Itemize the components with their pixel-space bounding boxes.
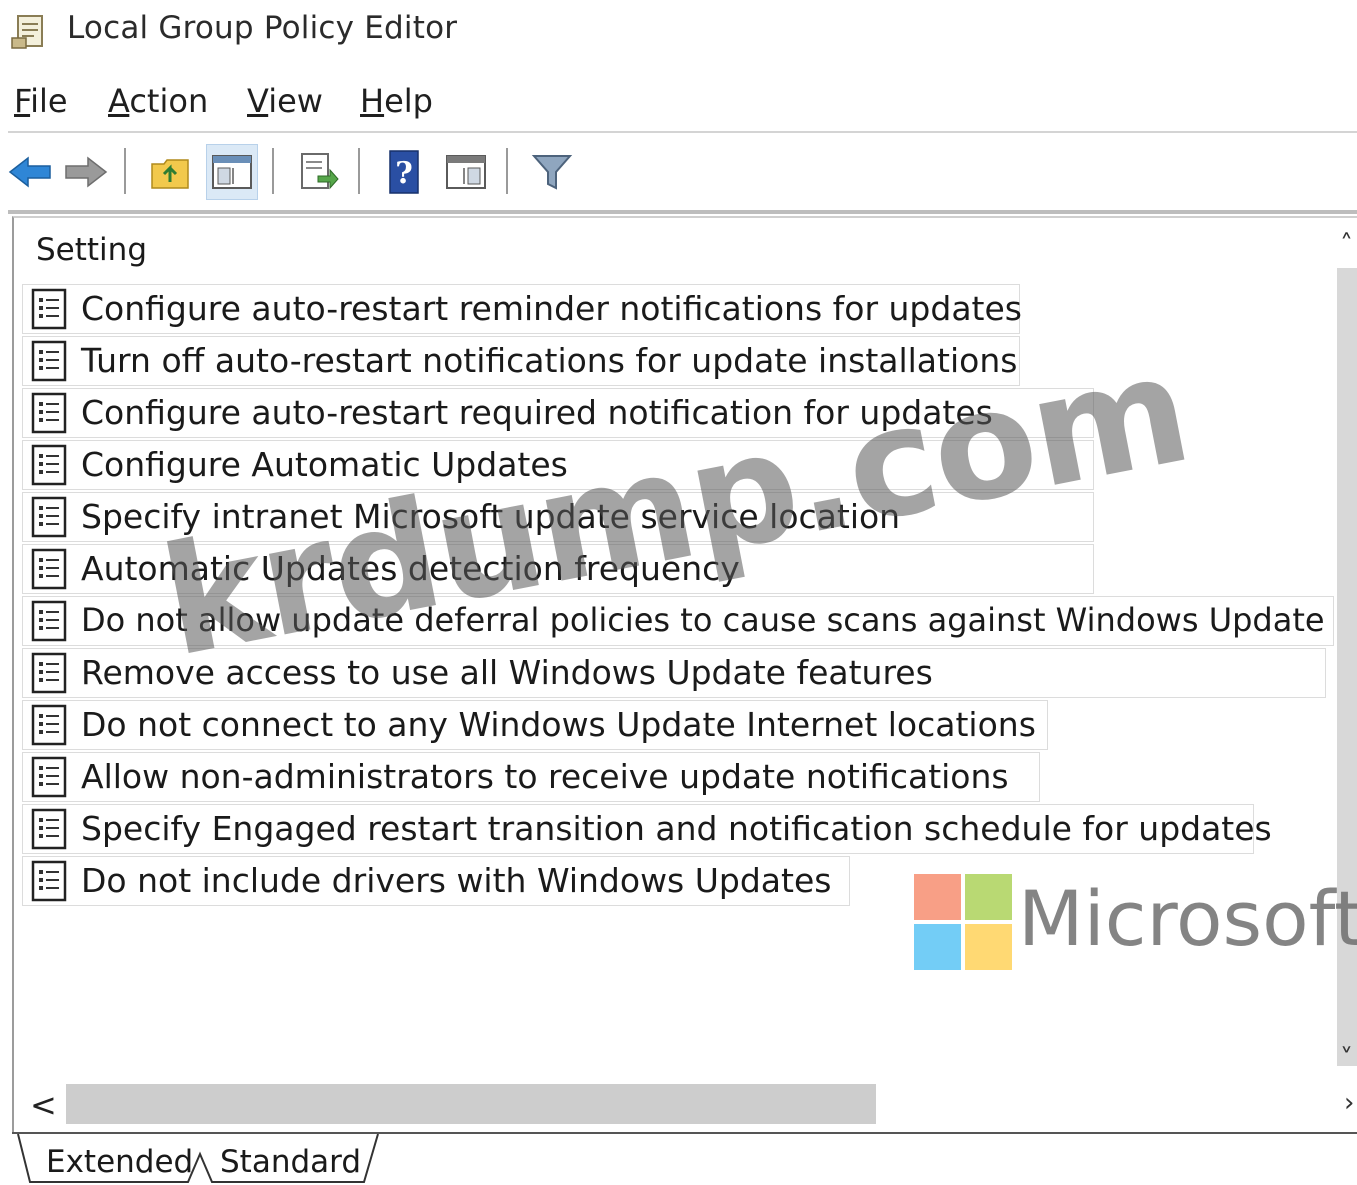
back-icon <box>8 156 51 188</box>
list-item[interactable]: Specify Engaged restart transition and n… <box>22 804 1272 854</box>
menu-divider <box>8 131 1357 133</box>
policy-setting-icon <box>31 808 67 850</box>
list-item[interactable]: Configure Automatic Updates <box>22 440 1094 490</box>
policy-setting-icon <box>31 652 67 694</box>
policy-setting-icon <box>31 548 67 590</box>
scroll-up-icon[interactable]: ˄ <box>1340 230 1353 260</box>
logo-square-yellow <box>965 924 1012 970</box>
setting-name: Turn off auto-restart notifications for … <box>81 341 1018 380</box>
setting-name: Do not connect to any Windows Update Int… <box>81 705 1036 744</box>
export-list-button[interactable] <box>292 144 344 200</box>
toolbar-separator <box>272 148 274 194</box>
view-tabs: Extended Standard <box>12 1132 1357 1185</box>
policy-setting-icon <box>31 340 67 382</box>
back-button[interactable] <box>4 144 56 200</box>
menu-view[interactable]: View <box>247 82 323 120</box>
horizontal-scrollbar-thumb[interactable] <box>66 1084 876 1124</box>
setting-name: Automatic Updates detection frequency <box>81 549 740 588</box>
settings-list-pane: Setting Configure auto-restart reminder … <box>12 216 1357 1134</box>
logo-square-green <box>965 874 1012 920</box>
menu-file[interactable]: File <box>14 82 68 120</box>
policy-setting-icon <box>31 756 67 798</box>
setting-name: Specify Engaged restart transition and n… <box>81 809 1272 848</box>
toolbar-separator <box>506 148 508 194</box>
group-policy-app-icon <box>11 15 43 49</box>
toolbar-separator <box>358 148 360 194</box>
show-hide-action-pane-icon <box>446 155 486 189</box>
forward-icon <box>65 156 108 188</box>
list-item[interactable]: Automatic Updates detection frequency <box>22 544 1094 594</box>
setting-name: Remove access to use all Windows Update … <box>81 653 933 692</box>
policy-setting-icon <box>31 860 67 902</box>
filter-button[interactable] <box>526 144 578 200</box>
list-item[interactable]: Remove access to use all Windows Update … <box>22 648 1326 698</box>
column-header-setting[interactable]: Setting <box>36 232 147 268</box>
setting-name: Do not include drivers with Windows Upda… <box>81 861 832 900</box>
help-button[interactable]: ? <box>378 144 430 200</box>
title-bar: Local Group Policy Editor <box>0 0 1357 62</box>
microsoft-logo-icon <box>914 874 1014 972</box>
setting-name: Allow non-administrators to receive upda… <box>81 757 1009 796</box>
list-item[interactable]: Configure auto-restart required notifica… <box>22 388 1094 438</box>
list-item[interactable]: Do not connect to any Windows Update Int… <box>22 700 1048 750</box>
show-hide-console-tree-button[interactable] <box>206 144 258 200</box>
setting-name: Configure auto-restart reminder notifica… <box>81 289 1022 328</box>
setting-name: Configure Automatic Updates <box>81 445 568 484</box>
policy-setting-icon <box>31 392 67 434</box>
toolbar-divider <box>8 210 1357 214</box>
menu-bar: File Action View Help <box>0 78 1357 128</box>
toolbar: ? <box>0 136 1357 208</box>
policy-setting-icon <box>31 496 67 538</box>
policy-setting-icon <box>31 288 67 330</box>
help-icon: ? <box>389 150 419 194</box>
list-item[interactable]: Allow non-administrators to receive upda… <box>22 752 1040 802</box>
menu-help[interactable]: Help <box>360 82 433 120</box>
menu-action[interactable]: Action <box>108 82 208 120</box>
tab-standard[interactable]: Standard <box>220 1136 361 1182</box>
policy-setting-icon <box>31 444 67 486</box>
setting-name: Configure auto-restart required notifica… <box>81 393 993 432</box>
list-item[interactable]: Configure auto-restart reminder notifica… <box>22 284 1022 334</box>
scroll-left-button[interactable]: < <box>30 1086 57 1124</box>
show-hide-console-tree-icon <box>212 155 252 189</box>
up-one-level-button[interactable] <box>144 144 196 200</box>
export-list-icon <box>301 153 339 190</box>
list-item[interactable]: Specify intranet Microsoft update servic… <box>22 492 1094 542</box>
svg-text:?: ? <box>395 156 413 191</box>
logo-square-red <box>914 874 961 920</box>
list-item[interactable]: Turn off auto-restart notifications for … <box>22 336 1020 386</box>
window-title: Local Group Policy Editor <box>67 10 458 46</box>
filter-icon <box>531 155 573 190</box>
show-hide-action-pane-button[interactable] <box>440 144 492 200</box>
scroll-down-icon[interactable]: ˅ <box>1340 1044 1353 1074</box>
list-item[interactable]: Do not include drivers with Windows Upda… <box>22 856 850 906</box>
policy-setting-icon <box>31 704 67 746</box>
logo-square-blue <box>914 924 961 970</box>
list-item[interactable]: Do not allow update deferral policies to… <box>22 596 1334 646</box>
tab-extended[interactable]: Extended <box>46 1136 193 1182</box>
up-folder-icon <box>151 159 189 189</box>
policy-setting-icon <box>31 600 67 642</box>
setting-name: Do not allow update deferral policies to… <box>81 601 1325 639</box>
forward-button[interactable] <box>60 144 112 200</box>
setting-name: Specify intranet Microsoft update servic… <box>81 497 901 536</box>
scroll-right-icon[interactable]: › <box>1344 1088 1354 1118</box>
toolbar-separator <box>124 148 126 194</box>
microsoft-brand-text: Microsoft <box>1018 874 1357 963</box>
